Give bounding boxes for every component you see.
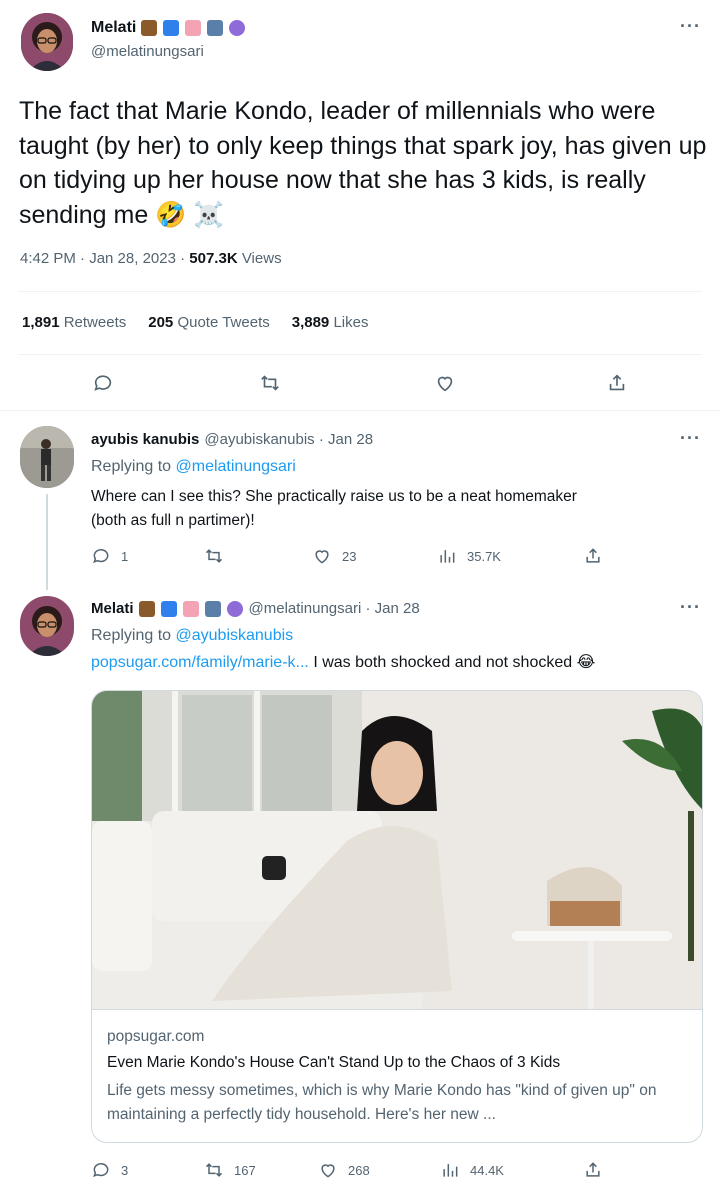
quote-tweets-stat[interactable]: 205 Quote Tweets bbox=[148, 314, 269, 331]
views-button[interactable]: 35.7K bbox=[437, 546, 501, 566]
reply-count: 3 bbox=[121, 1162, 129, 1178]
views-label: Views bbox=[241, 250, 282, 267]
likes-stat[interactable]: 3,889 Likes bbox=[292, 314, 369, 331]
reply-button[interactable] bbox=[92, 372, 114, 394]
share-button[interactable] bbox=[583, 1160, 603, 1180]
reply2-replying-to: Replying to @ayubiskanubis bbox=[91, 627, 294, 644]
tweet-timestamp[interactable]: 4:42 PM · Jan 28, 2023 · bbox=[20, 250, 185, 267]
retweet-button[interactable] bbox=[259, 372, 281, 394]
retweet-icon bbox=[205, 1163, 223, 1177]
wave-emoji-icon bbox=[160, 600, 177, 617]
article-image bbox=[92, 691, 702, 1009]
tweet-text: The fact that Marie Kondo, leader of mil… bbox=[19, 94, 709, 232]
more-options-icon[interactable]: ··· bbox=[680, 597, 701, 618]
share-icon bbox=[586, 1162, 600, 1177]
author-name[interactable]: Melati bbox=[91, 19, 136, 37]
reply1-replying-to: Replying to @melatinungsari bbox=[91, 458, 296, 475]
card-description: Life gets messy sometimes, which is why … bbox=[107, 1082, 657, 1123]
views-count: 44.4K bbox=[470, 1162, 504, 1178]
like-count: 23 bbox=[342, 548, 357, 564]
reply2-handle-date[interactable]: @melatinungsari · Jan 28 bbox=[249, 600, 420, 617]
reply-icon bbox=[94, 375, 112, 391]
reply2-text: popsugar.com/family/marie-k... I was bot… bbox=[91, 654, 596, 671]
card-title: Even Marie Kondo's House Can't Stand Up … bbox=[107, 1054, 561, 1071]
share-button[interactable] bbox=[583, 546, 603, 566]
heart-icon bbox=[315, 550, 329, 564]
crystal-ball-emoji-icon bbox=[229, 20, 246, 36]
avatar-ayubis[interactable] bbox=[20, 426, 74, 488]
retweets-stat[interactable]: 1,891 Retweets bbox=[22, 314, 126, 331]
retweet-button[interactable] bbox=[204, 546, 234, 566]
tweet-text-body: The fact that Marie Kondo, leader of mil… bbox=[19, 97, 707, 229]
avatar-melati[interactable] bbox=[20, 596, 74, 656]
tweet-meta: 4:42 PM · Jan 28, 2023 · 507.3K Views bbox=[20, 250, 282, 267]
share-icon bbox=[609, 374, 625, 391]
like-count: 268 bbox=[348, 1162, 370, 1178]
reply1-text: Where can I see this? She practically ra… bbox=[91, 488, 577, 529]
reply1-author-name[interactable]: ayubis kanubis bbox=[91, 431, 199, 448]
like-button[interactable]: 23 bbox=[312, 546, 356, 566]
reply-button[interactable]: 1 bbox=[91, 546, 128, 566]
hibiscus-emoji-icon bbox=[185, 20, 202, 36]
views-icon bbox=[440, 550, 455, 563]
reply1-handle-date[interactable]: @ayubiskanubis · Jan 28 bbox=[204, 431, 373, 448]
views-icon bbox=[443, 1164, 458, 1177]
divider bbox=[18, 354, 702, 355]
retweet-icon bbox=[205, 549, 223, 563]
reply-count: 1 bbox=[121, 548, 129, 564]
article-link[interactable]: popsugar.com/family/marie-k... bbox=[91, 654, 309, 671]
bar-chart-emoji-icon bbox=[207, 20, 224, 36]
views-button[interactable]: 44.4K bbox=[440, 1160, 504, 1180]
reply-icon bbox=[93, 549, 109, 564]
reply2-header: Melati @melatinungsari · Jan 28 bbox=[91, 600, 420, 617]
tweet-text-emoji: 🤣 ☠️ bbox=[155, 200, 225, 229]
views-count: 507.3K bbox=[189, 250, 238, 267]
replying-to-link[interactable]: @ayubiskanubis bbox=[176, 627, 294, 644]
more-options-icon[interactable]: ··· bbox=[680, 16, 701, 37]
retweet-button[interactable]: 167 bbox=[204, 1160, 256, 1180]
views-count: 35.7K bbox=[467, 548, 501, 564]
reply-icon bbox=[93, 1163, 109, 1178]
woman-teacher-emoji-icon bbox=[141, 20, 158, 36]
bar-chart-emoji-icon bbox=[204, 600, 221, 617]
retweet-icon bbox=[261, 375, 279, 391]
avatar-melati[interactable] bbox=[21, 13, 73, 71]
reply-button[interactable]: 3 bbox=[91, 1160, 128, 1180]
link-preview-card[interactable]: popsugar.com Even Marie Kondo's House Ca… bbox=[91, 690, 703, 1143]
replying-to-link[interactable]: @melatinungsari bbox=[176, 458, 296, 475]
reply2-author-name[interactable]: Melati bbox=[91, 600, 134, 617]
more-options-icon[interactable]: ··· bbox=[680, 428, 701, 449]
divider bbox=[18, 291, 702, 292]
author-handle[interactable]: @melatinungsari bbox=[91, 43, 204, 60]
engagement-stats: 1,891 Retweets 205 Quote Tweets 3,889 Li… bbox=[22, 314, 368, 331]
share-icon bbox=[586, 548, 600, 563]
divider bbox=[92, 1009, 702, 1010]
thread-line bbox=[46, 494, 48, 590]
reply1-header: ayubis kanubis @ayubiskanubis · Jan 28 bbox=[91, 431, 373, 448]
hibiscus-emoji-icon bbox=[182, 600, 199, 617]
author-name-row[interactable]: Melati bbox=[91, 19, 246, 37]
like-button[interactable]: 268 bbox=[318, 1160, 370, 1180]
wave-emoji-icon bbox=[163, 20, 180, 36]
woman-teacher-emoji-icon bbox=[138, 600, 155, 617]
retweet-count: 167 bbox=[234, 1162, 256, 1178]
heart-icon bbox=[437, 376, 453, 392]
crystal-ball-emoji-icon bbox=[226, 600, 243, 617]
share-button[interactable] bbox=[606, 372, 628, 394]
divider bbox=[0, 410, 720, 411]
heart-icon bbox=[321, 1164, 335, 1178]
like-button[interactable] bbox=[434, 372, 456, 394]
card-domain: popsugar.com bbox=[107, 1028, 205, 1045]
